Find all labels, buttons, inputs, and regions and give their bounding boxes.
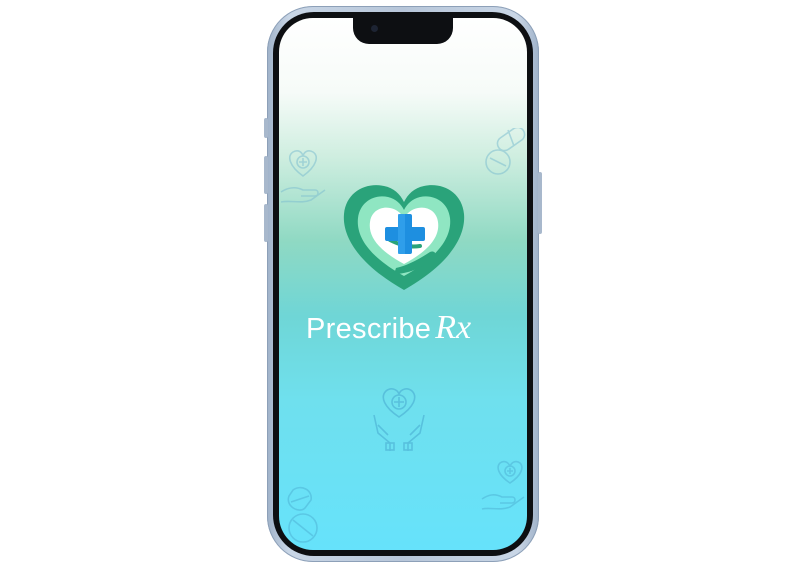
heart-hand-watermark-icon bbox=[280, 149, 326, 203]
heart-hand-cross-icon bbox=[343, 185, 465, 290]
front-camera bbox=[371, 25, 378, 32]
heart-hands-care-icon bbox=[373, 388, 425, 451]
rx-symbol: Rx bbox=[435, 309, 472, 346]
app-name: Prescribe bbox=[306, 313, 432, 345]
heart-hand-watermark-icon bbox=[481, 460, 525, 510]
app-title: Prescribe Rx bbox=[306, 306, 506, 350]
stage: Prescribe Rx bbox=[0, 0, 806, 569]
volume-up-button bbox=[264, 156, 268, 194]
silent-switch bbox=[264, 118, 268, 138]
notch bbox=[353, 18, 453, 44]
pills-watermark-icon bbox=[287, 486, 318, 543]
volume-down-button bbox=[264, 204, 268, 242]
pills-watermark-icon bbox=[485, 128, 526, 175]
power-button bbox=[538, 172, 542, 234]
